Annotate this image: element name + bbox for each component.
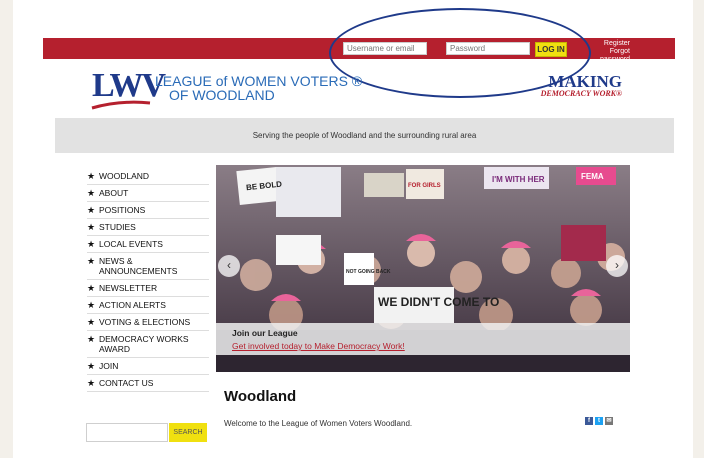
star-icon: ★ [87,171,96,181]
sidebar-item-positions[interactable]: ★ POSITIONS [87,202,209,219]
sidebar-item-voting[interactable]: ★ VOTING & ELECTIONS [87,314,209,331]
slideshow-next-arrow-icon[interactable]: › [606,255,628,277]
caption-link[interactable]: Get involved today to Make Democracy Wor… [232,341,405,351]
star-icon: ★ [87,222,96,232]
facebook-icon[interactable]: f [585,417,593,425]
sidebar-item-label: ABOUT [99,188,129,198]
sign-fema: FEMA [581,172,604,181]
star-icon: ★ [87,283,96,293]
sidebar-item-news[interactable]: ★ NEWS & ANNOUNCEMENTS [87,253,209,280]
sign-with-her: I'M WITH HER [492,175,545,184]
page-title: Woodland [224,388,297,405]
org-name-line1: LEAGUE of WOMEN VOTERS ® [155,73,363,89]
sidebar-item-label: NEWS & ANNOUNCEMENTS [99,256,178,276]
sidebar-item-label: POSITIONS [99,205,146,215]
lwv-logo[interactable]: LWV [91,67,166,110]
org-name-line2: OF WOODLAND [169,87,275,103]
making-text: MAKING [548,72,622,91]
search-input[interactable] [86,423,168,442]
logo-swoosh-icon [91,100,151,110]
star-icon: ★ [87,300,96,310]
sign-for-girls: FOR GIRLS [408,183,441,189]
tagline-banner: Serving the people of Woodland and the s… [55,118,674,153]
sidebar-item-label: VOTING & ELECTIONS [99,317,191,327]
slideshow-caption: Join our League Get involved today to Ma… [216,323,630,355]
sign-not-going-back: NOT GOING BACK [346,269,391,275]
star-icon: ★ [87,317,96,327]
sidebar-item-label: CONTACT US [99,378,154,388]
org-name: LEAGUE of WOMEN VOTERS ® OF WOODLAND [155,74,362,102]
sidebar-item-local-events[interactable]: ★ LOCAL EVENTS [87,236,209,253]
star-icon: ★ [87,188,96,198]
star-icon: ★ [87,334,96,344]
search-button[interactable]: SEARCH [169,423,207,442]
logo-text: LWV [92,67,166,104]
slideshow-prev-arrow-icon[interactable]: ‹ [218,255,240,277]
sidebar-item-label: STUDIES [99,222,136,232]
sidebar-item-label: LOCAL EVENTS [99,239,163,249]
sidebar-item-contact-us[interactable]: ★ CONTACT US [87,375,209,392]
twitter-icon[interactable]: t [595,417,603,425]
star-icon: ★ [87,256,96,266]
welcome-text: Welcome to the League of Women Voters Wo… [224,419,413,428]
star-icon: ★ [87,378,96,388]
email-icon[interactable]: ✉ [605,417,613,425]
hero-slideshow[interactable]: I'M WITH HER WE DIDN'T COME TO NOT GOING… [216,165,630,372]
sidebar-item-join[interactable]: ★ JOIN [87,358,209,375]
sidebar-item-label: NEWSLETTER [99,283,158,293]
sidebar-item-studies[interactable]: ★ STUDIES [87,219,209,236]
tagline-text: Serving the people of Woodland and the s… [252,131,477,140]
sidebar-item-action-alerts[interactable]: ★ ACTION ALERTS [87,297,209,314]
sidebar-item-democracy-works-award[interactable]: ★ DEMOCRACY WORKS AWARD [87,331,209,358]
sidebar-item-label: DEMOCRACY WORKS AWARD [99,334,189,354]
democracy-work-text: DEMOCRACY WORK® [540,89,622,98]
sidebar-item-newsletter[interactable]: ★ NEWSLETTER [87,280,209,297]
making-democracy-work-logo: MAKING DEMOCRACY WORK® [530,72,622,98]
star-icon: ★ [87,205,96,215]
social-share: f t ✉ [585,417,613,425]
sidebar-item-label: WOODLAND [99,171,150,181]
star-icon: ★ [87,239,96,249]
sidebar-item-woodland[interactable]: ★ WOODLAND [87,168,209,185]
sidebar-item-label: ACTION ALERTS [99,300,166,310]
sign-we-didnt: WE DIDN'T COME TO [378,295,499,309]
caption-title: Join our League [232,328,298,338]
star-icon: ★ [87,361,96,371]
sidebar-item-about[interactable]: ★ ABOUT [87,185,209,202]
sidebar-nav: ★ WOODLAND ★ ABOUT ★ POSITIONS ★ STUDIES ★ LO… [87,168,209,392]
sidebar-item-label: JOIN [99,361,119,371]
